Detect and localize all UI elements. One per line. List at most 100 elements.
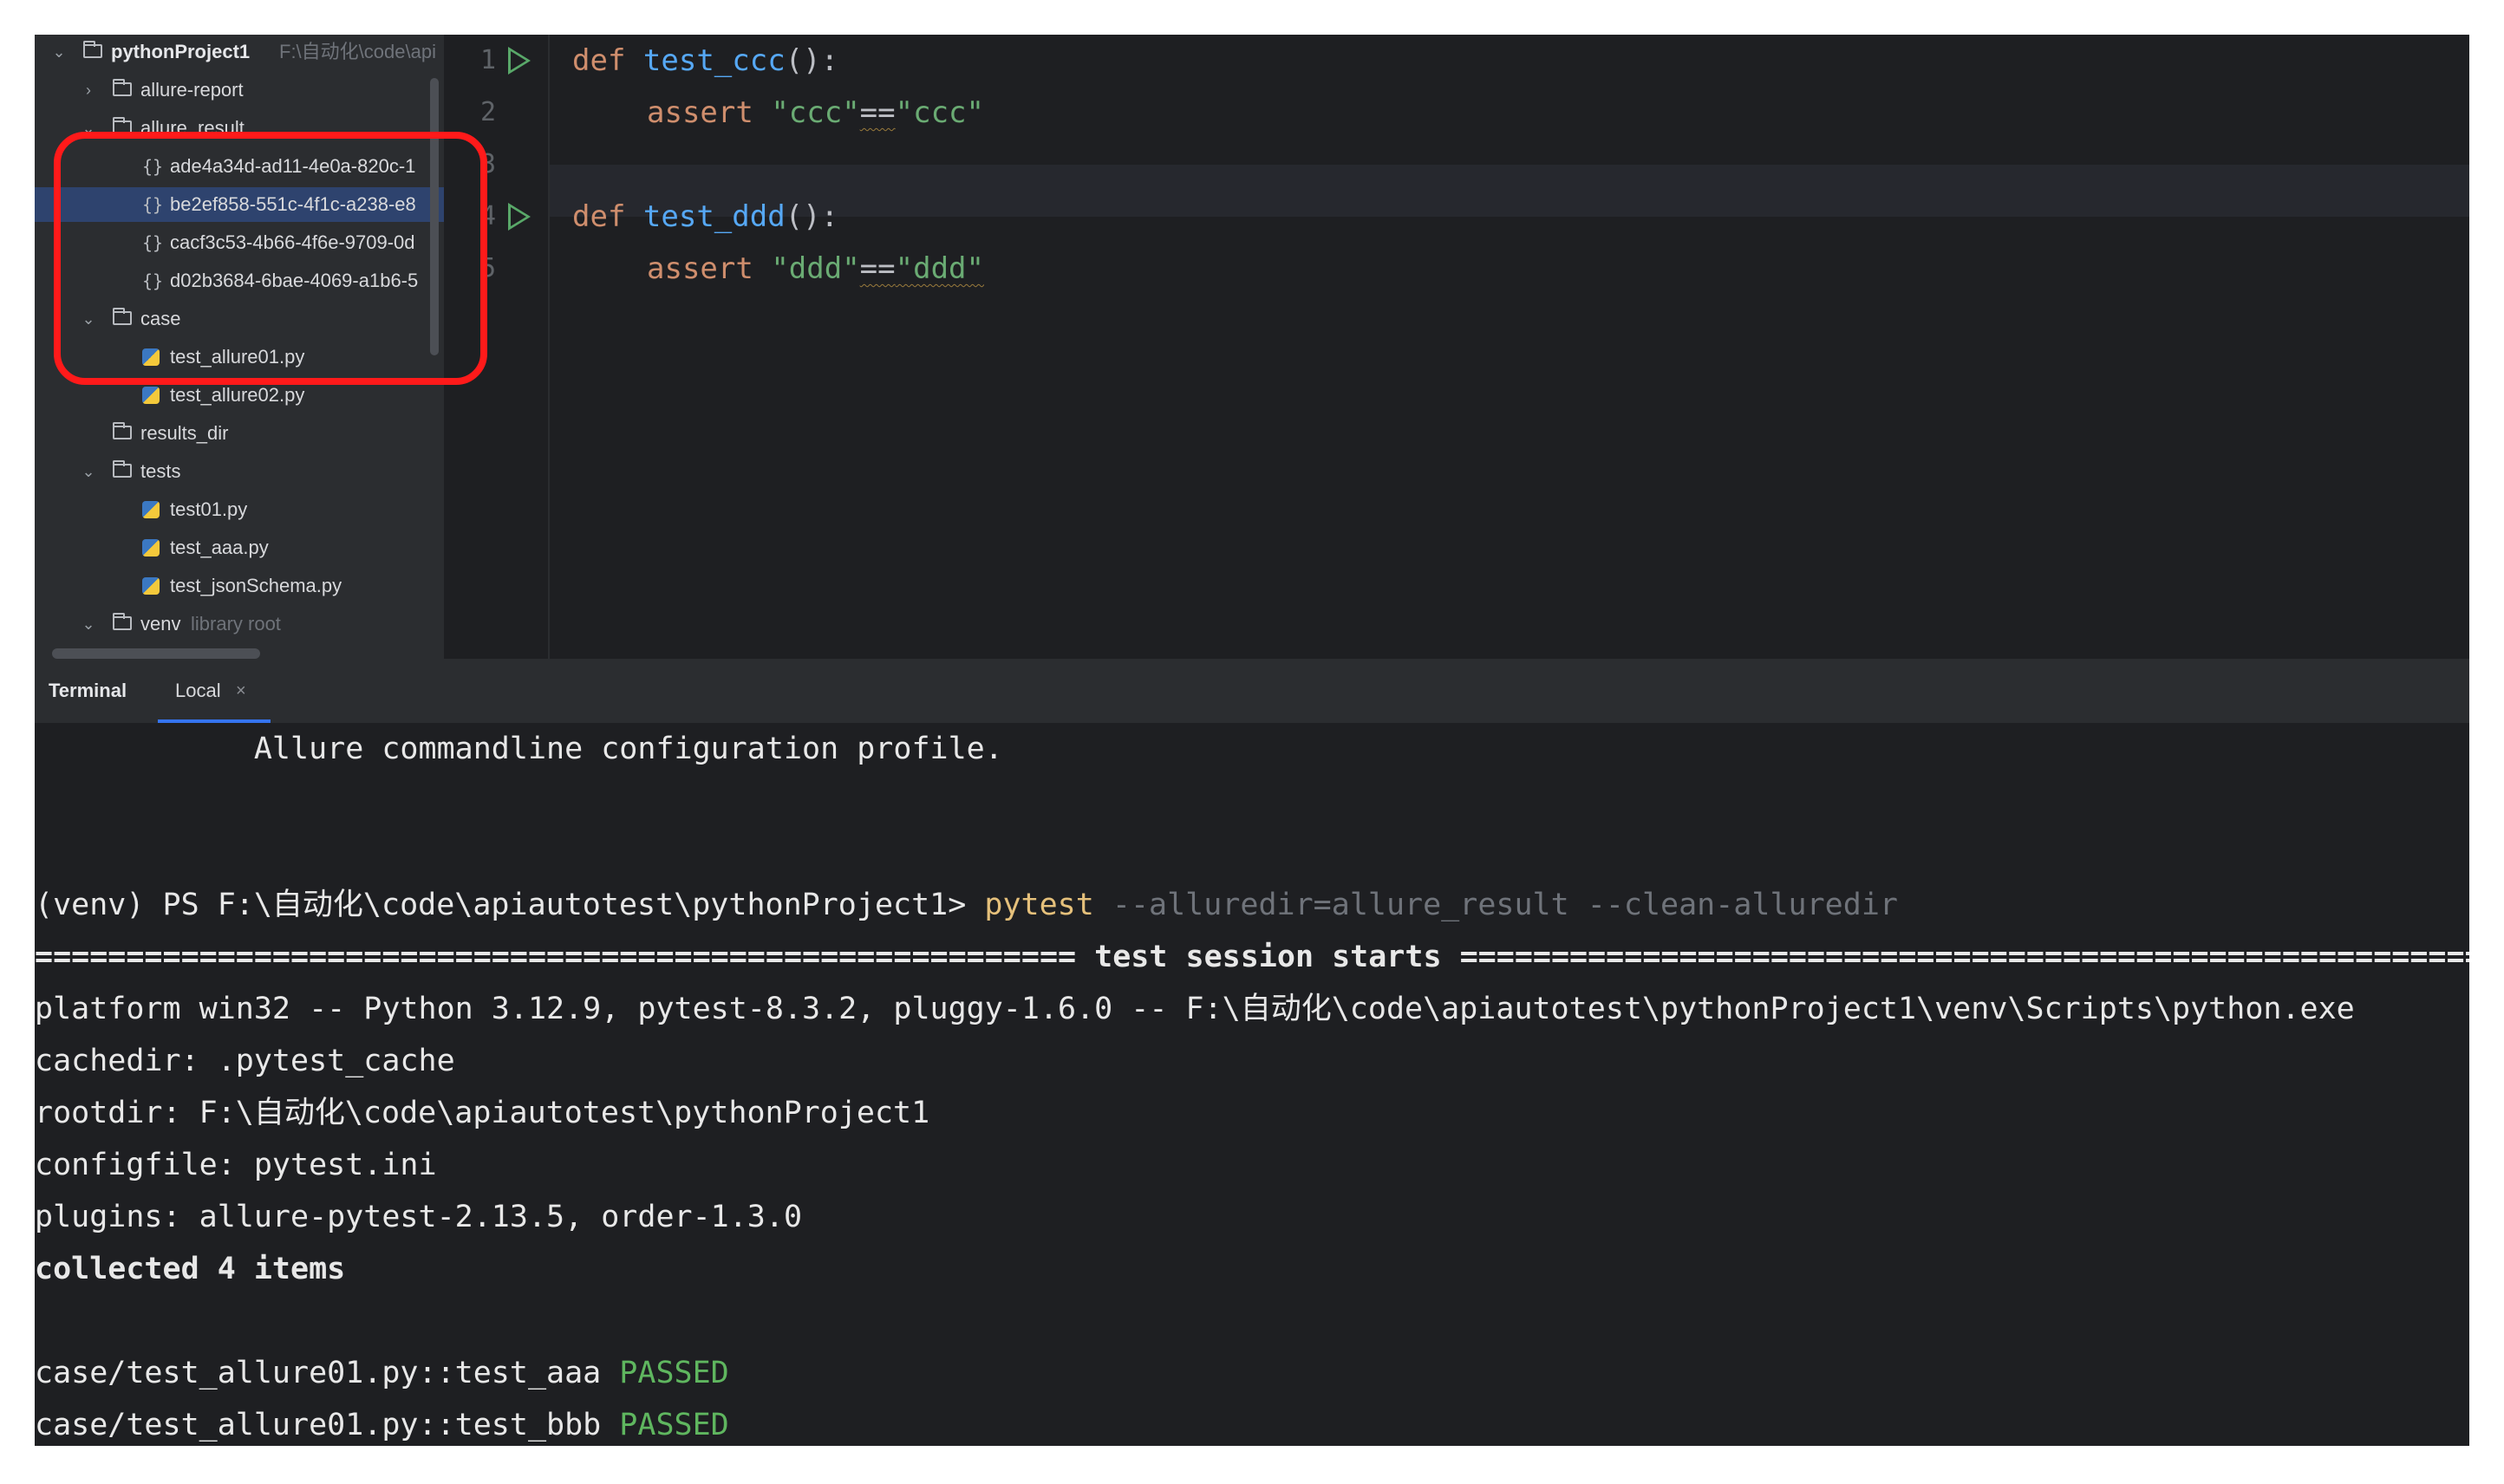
passed-status: PASSED [619, 1408, 729, 1442]
tab-local[interactable]: Local × [158, 659, 271, 723]
tree-item-label: ade4a34d-ad11-4e0a-820c-1 [170, 155, 416, 177]
code-line-4: def test_ddd(): [572, 191, 838, 243]
operator: == [859, 251, 896, 286]
tree-item-label: pythonProject1 [111, 41, 251, 62]
test-result-line: case/test_allure01.py::test_aaa PASSED [35, 1347, 729, 1399]
line-number: 4 [479, 201, 496, 231]
terminal-line: platform win32 -- Python 3.12.9, pytest-… [35, 992, 2355, 1026]
terminal-command-args: --alluredir=allure_result --clean-allure… [1093, 888, 1898, 922]
terminal-title: Terminal [49, 680, 127, 701]
folder-icon [113, 460, 132, 478]
keyword: def [572, 43, 626, 78]
python-file-icon [142, 577, 160, 595]
run-test-icon[interactable] [508, 47, 531, 75]
tree-item-label: case [140, 308, 181, 329]
tree-item-label: allure-report [140, 79, 244, 101]
function-name: test_ccc [642, 43, 786, 78]
code-punct: (): [785, 199, 839, 234]
terminal-line: Allure commandline configuration profile… [35, 732, 1003, 766]
test-result-line: case/test_allure01.py::test_bbb PASSED [35, 1399, 729, 1446]
python-file-icon [142, 539, 160, 556]
tree-item-tests[interactable]: ⌄ tests [35, 454, 444, 489]
chevron-down-icon[interactable]: ⌄ [80, 454, 97, 489]
project-tree: ⌄ pythonProject1 F:\自动化\code\api › allur… [35, 35, 444, 659]
terminal-line: plugins: allure-pytest-2.13.5, order-1.3… [35, 1200, 803, 1234]
python-file-icon [142, 501, 160, 518]
terminal-tab-bar: Terminal Local × [35, 659, 2469, 723]
tree-item-label: test_jsonSchema.py [170, 575, 342, 596]
tree-item-allure-report[interactable]: › allure-report [35, 73, 444, 107]
operator: == [859, 95, 896, 130]
terminal-prompt: (venv) PS F:\自动化\code\apiautotest\python… [35, 888, 985, 922]
code-editor[interactable]: 1 2 3 4 5 def test_ccc(): assert "ccc"==… [444, 35, 2469, 659]
gutter-divider [548, 35, 550, 659]
json-file-icon: {} [142, 270, 164, 291]
folder-icon [113, 613, 132, 630]
tree-item-allure-result[interactable]: ⌄ allure_result [35, 111, 444, 146]
tree-item-json-file[interactable]: {} d02b3684-6bae-4069-a1b6-5 [35, 264, 444, 298]
folder-icon [113, 79, 132, 96]
code-line-5: assert "ddd"=="ddd" [647, 243, 984, 295]
line-number: 5 [479, 253, 496, 283]
tab-label: Local [175, 680, 221, 701]
tree-item-python-file[interactable]: test_aaa.py [35, 530, 444, 565]
tree-vertical-scrollbar[interactable] [430, 78, 439, 355]
string-literal: "ddd" [895, 251, 984, 286]
chevron-down-icon[interactable]: ⌄ [80, 607, 97, 641]
terminal-line: configfile: pytest.ini [35, 1148, 437, 1182]
line-number: 3 [479, 149, 496, 179]
terminal-output[interactable]: Allure commandline configuration profile… [35, 723, 2469, 1446]
tree-item-python-file[interactable]: test_allure02.py [35, 378, 444, 413]
json-file-icon: {} [142, 194, 164, 215]
tree-item-label: results_dir [140, 422, 229, 444]
tree-item-json-file[interactable]: {} be2ef858-551c-4f1c-a238-e8 [35, 187, 444, 222]
test-id: case/test_allure01.py::test_aaa [35, 1356, 620, 1390]
terminal-prompt-line: (venv) PS F:\自动化\code\apiautotest\python… [35, 879, 1898, 931]
code-line-2: assert "ccc"=="ccc" [647, 87, 984, 139]
tree-item-python-file[interactable]: test_allure01.py [35, 340, 444, 374]
close-icon[interactable]: × [236, 659, 246, 723]
terminal-line: rootdir: F:\自动化\code\apiautotest\pythonP… [35, 1096, 930, 1130]
chevron-down-icon[interactable]: ⌄ [80, 302, 97, 336]
folder-icon [113, 308, 132, 325]
tree-item-label: cacf3c53-4b66-4f6e-9709-0d [170, 231, 415, 253]
function-name: test_ddd [642, 199, 786, 234]
tree-horizontal-scrollbar[interactable] [52, 648, 260, 659]
line-number: 2 [479, 97, 496, 127]
folder-icon [113, 422, 132, 439]
line-number: 1 [479, 45, 496, 75]
tree-item-case[interactable]: ⌄ case [35, 302, 444, 336]
chevron-right-icon[interactable]: › [80, 73, 97, 107]
tree-item-json-file[interactable]: {} ade4a34d-ad11-4e0a-820c-1 [35, 149, 444, 184]
tree-item-pythonproject1[interactable]: ⌄ pythonProject1 F:\自动化\code\api [35, 35, 444, 69]
tree-item-results-dir[interactable]: results_dir [35, 416, 444, 451]
string-literal: "ccc" [895, 95, 984, 130]
run-test-icon[interactable] [508, 203, 531, 231]
tree-item-label: test_allure01.py [170, 346, 305, 368]
python-file-icon [142, 348, 160, 366]
tree-item-python-file[interactable]: test01.py [35, 492, 444, 527]
python-file-icon [142, 387, 160, 404]
tree-item-label: be2ef858-551c-4f1c-a238-e8 [170, 193, 416, 215]
folder-icon [113, 117, 132, 134]
tree-item-label: test_aaa.py [170, 537, 269, 558]
folder-icon [83, 41, 102, 58]
tree-item-venv[interactable]: ⌄ venv library root [35, 607, 444, 641]
tree-item-label: test01.py [170, 498, 248, 520]
terminal-line: collected 4 items [35, 1252, 346, 1286]
tree-item-python-file[interactable]: test_jsonSchema.py [35, 569, 444, 603]
tree-item-label: d02b3684-6bae-4069-a1b6-5 [170, 270, 419, 291]
string-literal: "ccc" [771, 95, 860, 130]
code-punct: (): [785, 43, 839, 78]
chevron-down-icon[interactable]: ⌄ [50, 35, 68, 69]
terminal-line: cachedir: .pytest_cache [35, 1044, 455, 1078]
tree-item-label: tests [140, 460, 181, 482]
tree-item-json-file[interactable]: {} cacf3c53-4b66-4f6e-9709-0d [35, 225, 444, 260]
test-id: case/test_allure01.py::test_bbb [35, 1408, 620, 1442]
chevron-down-icon[interactable]: ⌄ [80, 111, 97, 146]
json-file-icon: {} [142, 156, 164, 177]
code-line-1: def test_ccc(): [572, 35, 838, 87]
keyword: assert [647, 251, 753, 286]
terminal-command: pytest [984, 888, 1094, 922]
tree-item-path-hint: F:\自动化\code\api [279, 41, 436, 62]
